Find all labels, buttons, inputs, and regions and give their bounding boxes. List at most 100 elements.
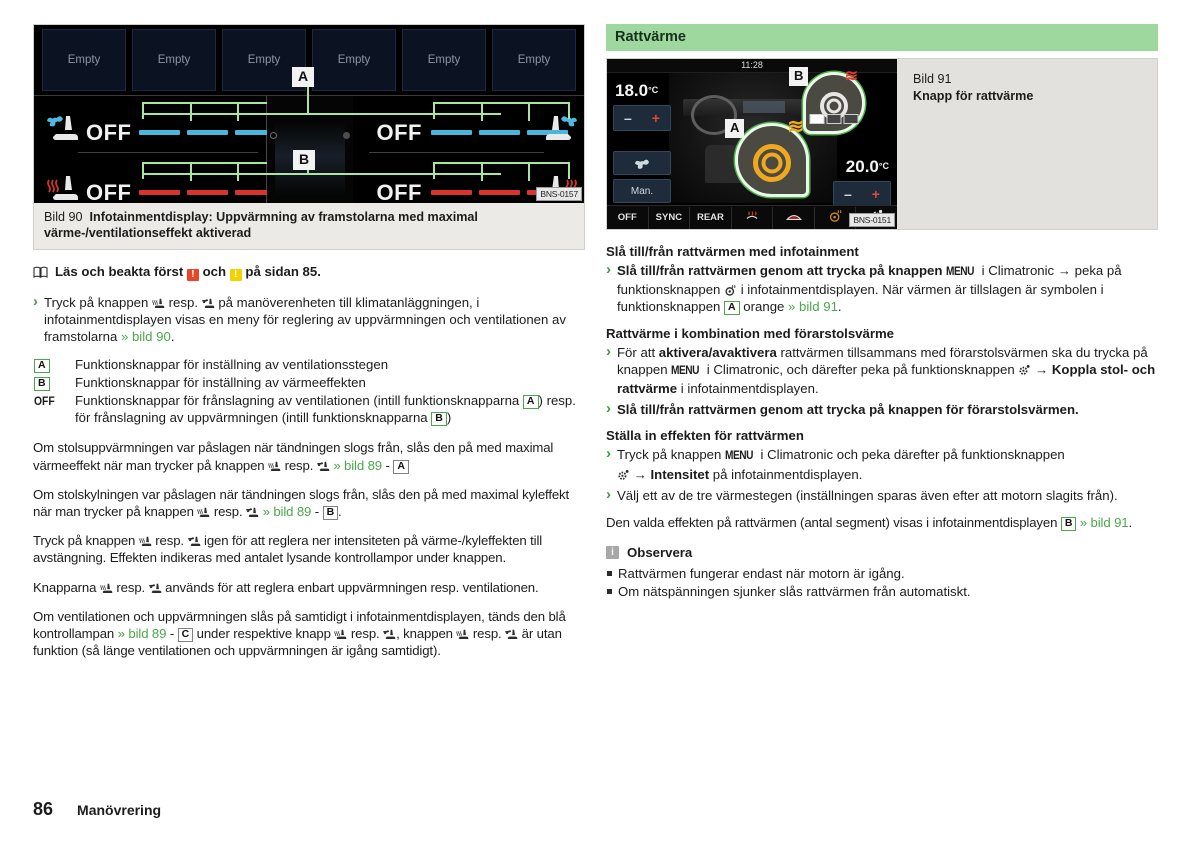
segment[interactable]: [478, 190, 520, 195]
instruction-item: Slå till/från rattvärmen genom att tryck…: [606, 400, 1158, 418]
segment[interactable]: [430, 190, 472, 195]
callout-label-a: A: [725, 119, 745, 138]
paragraph-selected-effect: Den valda effekten på rattvärmen (antal …: [606, 514, 1158, 532]
t0: Tryck på knappen: [617, 447, 725, 463]
infotainment-display-seats: Empty Empty Empty Empty Empty Empty OFF …: [34, 25, 584, 203]
heat-waves-icon: ≋: [844, 68, 858, 85]
inline-tag-c: C: [177, 628, 194, 643]
menu-key: MENU: [725, 450, 754, 463]
legend-key-off: OFF: [34, 396, 55, 409]
intro-part2: resp.: [165, 295, 202, 310]
segment[interactable]: [139, 190, 180, 195]
legend-tag-a: A: [34, 358, 50, 373]
temperature-left-stepper[interactable]: – +: [613, 105, 671, 131]
callout-label-b: B: [789, 67, 809, 86]
empty-tile[interactable]: Empty: [132, 29, 216, 91]
temperature-right: 20.0°C: [846, 157, 889, 177]
warning-red-icon: !: [186, 269, 199, 281]
seat-heat-icon: [152, 298, 165, 308]
rear-defrost-icon: [746, 210, 758, 219]
figure-bild-90: Empty Empty Empty Empty Empty Empty OFF …: [33, 24, 585, 250]
rear-button[interactable]: REAR: [690, 206, 732, 229]
empty-tile[interactable]: Empty: [402, 29, 486, 91]
callout-stem-a: [307, 87, 309, 115]
segment[interactable]: [139, 130, 180, 135]
segment[interactable]: [430, 130, 472, 135]
page-number: 86: [33, 799, 54, 819]
figure-90-number: Bild 90: [44, 210, 83, 224]
figure-reference-link[interactable]: » bild 89: [263, 504, 312, 519]
seat-vent-icon: [148, 583, 161, 593]
figure-reference-link[interactable]: » bild 91: [1076, 515, 1129, 530]
section-title: Rattvärme: [606, 24, 1158, 51]
left-column: Empty Empty Empty Empty Empty Empty OFF …: [33, 24, 585, 671]
read-first-note: Läs och beakta först ! och ! på sidan 85…: [33, 264, 585, 281]
minus-button[interactable]: –: [624, 110, 632, 126]
legend-off-pre: Funktionsknappar för frånslagning av ven…: [75, 393, 523, 409]
off-button[interactable]: OFF: [607, 206, 649, 229]
block-toggle-steering-heat: Slå till/från rattvärmen med infotainmen…: [606, 244, 1158, 316]
right-vent-state: OFF: [376, 120, 422, 145]
figure-90-caption: Bild 90 Infotainmentdisplay: Uppvärmning…: [34, 203, 584, 249]
t4: orange: [739, 299, 789, 315]
book-icon: [33, 266, 48, 278]
settings-icon: [1019, 364, 1030, 375]
manual-mode-button[interactable]: Man.: [613, 179, 671, 203]
plus-button[interactable]: +: [872, 186, 880, 202]
legend-tag-b: B: [34, 376, 50, 391]
inline-tag-b: B: [322, 506, 339, 521]
intro-end: .: [170, 329, 175, 345]
callout-bubble-b: ≋: [803, 68, 865, 134]
legend-inline-tag-b: B: [431, 412, 447, 427]
segment[interactable]: [187, 190, 228, 195]
figure-reference-link[interactable]: » bild 90: [121, 329, 171, 344]
legend-key: OFF: [33, 392, 75, 426]
fan-button[interactable]: [613, 151, 671, 175]
read-first-middle: och: [202, 264, 227, 279]
empty-tile[interactable]: Empty: [312, 29, 396, 91]
legend-key: B: [33, 374, 75, 391]
segment-off: [843, 114, 859, 124]
segment[interactable]: [187, 130, 228, 135]
warning-yellow-icon: !: [229, 269, 242, 281]
p2-mid: resp.: [210, 504, 247, 520]
left-heat-segments: [139, 190, 276, 198]
callout-line-a: [142, 113, 501, 115]
subheading: Ställa in effekten för rattvärmen: [606, 428, 804, 444]
inline-tag-a: A: [393, 459, 409, 474]
seat-vent-icon: [246, 507, 259, 518]
temperature-left-value: 18.0: [615, 81, 649, 100]
figure-reference-link[interactable]: » bild 89: [333, 458, 382, 473]
seat-vent-icon: [187, 537, 200, 547]
b1: Slå till/från: [617, 263, 685, 278]
rear-defrost-button[interactable]: [732, 206, 774, 229]
seat-heat-icon: [47, 176, 78, 200]
temperature-unit: °C: [648, 85, 659, 95]
clock-label: 11:28: [741, 60, 763, 70]
p1-mid: resp.: [281, 457, 317, 473]
empty-tile[interactable]: Empty: [492, 29, 576, 91]
sync-button[interactable]: SYNC: [649, 206, 691, 229]
p2-post: .: [338, 504, 342, 520]
plus-button[interactable]: +: [652, 110, 660, 126]
temperature-right-stepper[interactable]: – +: [833, 181, 891, 207]
figure-reference-link[interactable]: » bild 91: [788, 299, 838, 314]
windshield-defrost-button[interactable]: [773, 206, 815, 229]
paragraph-seat-cooling: Om stolskylningen var påslagen när tändn…: [33, 486, 585, 521]
seat-heat-icon: [197, 507, 210, 518]
minus-button[interactable]: –: [844, 186, 852, 202]
p5-mid4: resp.: [469, 626, 506, 642]
t1: rattvärmen genom att trycka på knappen f…: [684, 402, 1079, 418]
empty-tile[interactable]: Empty: [42, 29, 126, 91]
p4-pre: Knapparna: [33, 579, 100, 595]
steering-heat-icon: [829, 209, 842, 222]
manual-page: Empty Empty Empty Empty Empty Empty OFF …: [0, 0, 1200, 845]
segment[interactable]: [478, 130, 520, 135]
block-set-intensity: Ställa in effekten för rattvärmen Tryck …: [606, 428, 1158, 504]
t2: →: [630, 466, 651, 482]
figure-reference-link[interactable]: » bild 89: [118, 626, 167, 641]
callout-bracket-b-right: [432, 162, 570, 181]
b1: Slå till/från: [617, 402, 685, 418]
temperature-right-value: 20.0: [845, 157, 879, 176]
note-item: Rattvärmen fungerar endast när motorn är…: [606, 565, 1158, 582]
